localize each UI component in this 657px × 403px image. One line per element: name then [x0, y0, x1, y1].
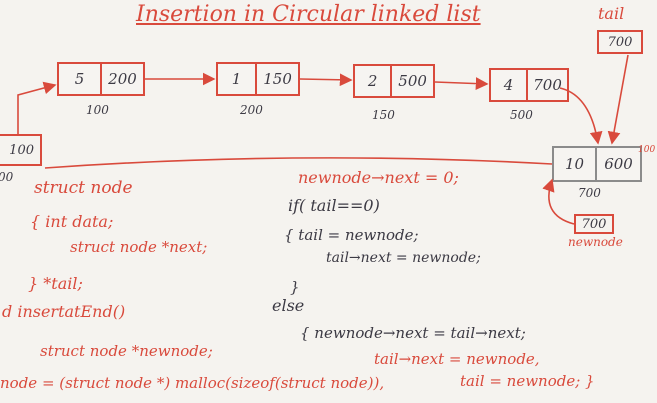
code-left-line1: struct node	[34, 178, 133, 198]
code-right-line6: else	[272, 296, 305, 315]
whiteboard: Insertion in Circular linked list tail 7…	[0, 0, 657, 403]
code-right-line1: newnode→next = 0;	[298, 168, 459, 187]
code-right-line4: tail→next = newnode;	[326, 250, 481, 266]
code-right-line8: tail→next = newnode,	[374, 350, 540, 368]
code-right-line2: if( tail==0)	[288, 196, 380, 215]
code-right-line9: tail = newnode; }	[460, 372, 595, 390]
code-right-line5: }	[290, 278, 300, 296]
code-right-line7: { newnode→next = tail→next;	[300, 324, 526, 342]
code-left-line6: struct node *newnode;	[40, 342, 213, 360]
code-left-line4: } *tail;	[28, 274, 83, 293]
code-left-line3: struct node *next;	[70, 238, 208, 256]
code-left-line2: { int data;	[30, 212, 114, 231]
code-left-line7: node = (struct node *) malloc(sizeof(str…	[0, 374, 385, 392]
code-left-line5: d insertatEnd()	[2, 302, 126, 321]
code-right-line3: { tail = newnode;	[284, 226, 419, 244]
